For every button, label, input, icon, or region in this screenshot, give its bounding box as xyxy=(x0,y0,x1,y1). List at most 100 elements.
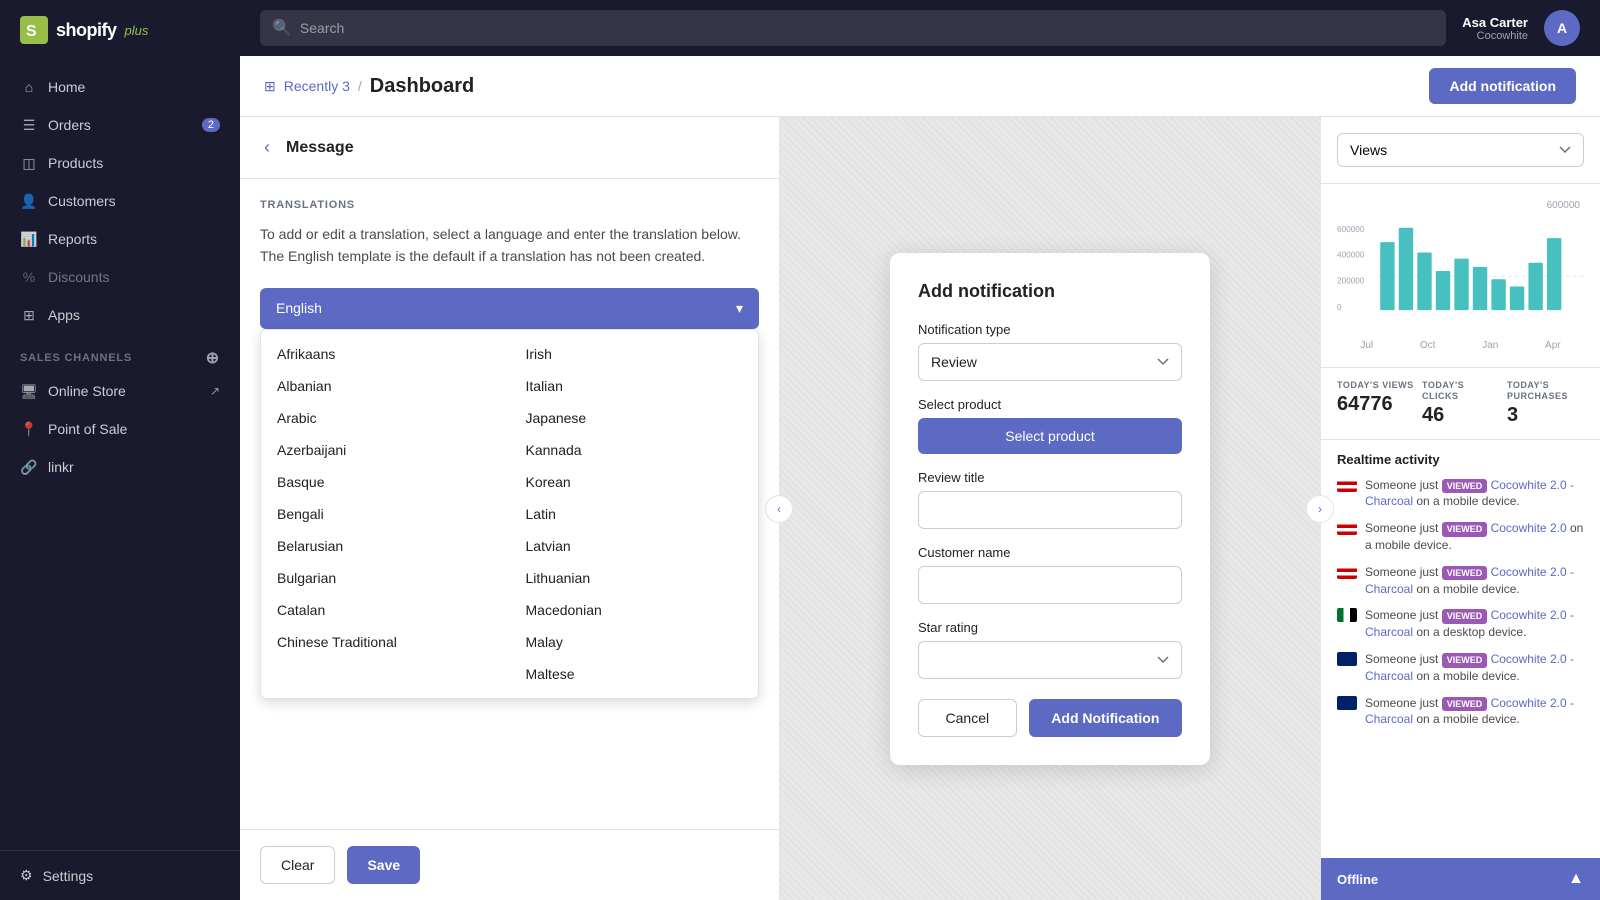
main-content: ⊞ Recently 3 / Dashboard Add notificatio… xyxy=(240,56,1600,900)
list-item[interactable]: Chinese Traditional xyxy=(261,626,510,658)
translations-description: To add or edit a translation, select a l… xyxy=(260,223,759,268)
list-item[interactable]: Bengali xyxy=(261,498,510,530)
customer-name-group: Customer name xyxy=(918,545,1182,604)
sidebar-item-settings[interactable]: ⚙ Settings xyxy=(20,867,220,884)
sidebar-item-label: Apps xyxy=(48,307,80,323)
notification-type-group: Notification type Review Purchase Signup xyxy=(918,322,1182,381)
svg-text:600000: 600000 xyxy=(1337,225,1365,234)
sidebar-item-pos[interactable]: 📍 Point of Sale xyxy=(0,410,240,448)
select-product-label: Select product xyxy=(918,397,1182,412)
shopify-logo-icon: S xyxy=(20,16,48,44)
list-item[interactable]: Latvian xyxy=(510,530,759,562)
list-item[interactable]: Irish xyxy=(510,338,759,370)
flag-us-icon xyxy=(1337,565,1357,579)
list-item[interactable]: Italian xyxy=(510,370,759,402)
chart-svg: 600000 400000 200000 0 xyxy=(1337,211,1584,331)
notification-type-label: Notification type xyxy=(918,322,1182,337)
breadcrumb-icon: ⊞ xyxy=(264,78,276,95)
avatar[interactable]: A xyxy=(1544,10,1580,46)
sidebar-item-linkr[interactable]: 🔗 linkr xyxy=(0,448,240,486)
breadcrumb-main[interactable]: Recently 3 xyxy=(284,78,350,94)
sidebar-item-label: Orders xyxy=(48,117,91,133)
list-item[interactable]: Malay xyxy=(510,626,759,658)
offline-toggle-button[interactable]: ▲ xyxy=(1568,870,1584,888)
realtime-text: Someone just VIEWED Cocowhite 2.0 - Char… xyxy=(1365,564,1584,598)
list-item[interactable]: Macedonian xyxy=(510,594,759,626)
expand-right-panel-button[interactable]: › xyxy=(1306,495,1334,523)
list-item[interactable]: Belarusian xyxy=(261,530,510,562)
list-item[interactable] xyxy=(261,658,510,690)
list-item[interactable]: Kannada xyxy=(510,434,759,466)
logo-plus-text: plus xyxy=(125,23,149,38)
add-sales-channel-icon[interactable]: ⊕ xyxy=(206,348,220,368)
flag-ae-icon xyxy=(1337,608,1357,622)
realtime-text: Someone just VIEWED Cocowhite 2.0 - Char… xyxy=(1365,695,1584,729)
realtime-item: Someone just VIEWED Cocowhite 2.0 - Char… xyxy=(1337,695,1584,729)
customer-name-input[interactable] xyxy=(918,566,1182,604)
page-header: ⊞ Recently 3 / Dashboard Add notificatio… xyxy=(240,56,1600,117)
link-icon: 🔗 xyxy=(20,458,38,476)
translations-heading: Translations xyxy=(260,199,759,211)
list-item[interactable]: Korean xyxy=(510,466,759,498)
list-item[interactable]: Afrikaans xyxy=(261,338,510,370)
main-nav: ⌂ Home ☰ Orders 2 ◫ Products 👤 Customers… xyxy=(0,60,240,850)
clear-button[interactable]: Clear xyxy=(260,846,335,884)
svg-text:200000: 200000 xyxy=(1337,276,1365,285)
notification-type-select[interactable]: Review Purchase Signup xyxy=(918,343,1182,381)
list-item[interactable]: Bulgarian xyxy=(261,562,510,594)
select-product-button[interactable]: Select product xyxy=(918,418,1182,454)
list-item[interactable]: Japanese xyxy=(510,402,759,434)
stat-clicks: TODAY'S CLICKS 46 xyxy=(1422,380,1499,427)
cancel-button[interactable]: Cancel xyxy=(918,699,1017,737)
list-item[interactable]: Basque xyxy=(261,466,510,498)
realtime-text: Someone just VIEWED Cocowhite 2.0 - Char… xyxy=(1365,477,1584,511)
user-name: Asa Carter xyxy=(1462,15,1528,30)
list-item[interactable]: Azerbaijani xyxy=(261,434,510,466)
list-item[interactable]: Albanian xyxy=(261,370,510,402)
flag-us-icon xyxy=(1337,478,1357,492)
sidebar-bottom: ⚙ Settings xyxy=(0,850,240,900)
list-item[interactable]: Latin xyxy=(510,498,759,530)
review-title-label: Review title xyxy=(918,470,1182,485)
product-link[interactable]: Cocowhite 2.0 xyxy=(1491,521,1567,535)
views-select[interactable]: Views Clicks Purchases xyxy=(1337,133,1584,167)
list-item[interactable]: Maltese xyxy=(510,658,759,690)
home-icon: ⌂ xyxy=(20,78,38,96)
sidebar-item-customers[interactable]: 👤 Customers xyxy=(0,182,240,220)
modal-footer: Cancel Add Notification xyxy=(918,699,1182,737)
offline-label: Offline xyxy=(1337,872,1378,887)
star-rating-select[interactable]: 1 2 3 4 5 xyxy=(918,641,1182,679)
apps-icon: ⊞ xyxy=(20,306,38,324)
list-item[interactable]: Catalan xyxy=(261,594,510,626)
language-select-button[interactable]: English ▾ xyxy=(260,288,759,329)
middle-area: Add notification Notification type Revie… xyxy=(780,117,1320,900)
sidebar-item-home[interactable]: ⌂ Home xyxy=(0,68,240,106)
search-input[interactable] xyxy=(300,20,1434,36)
viewed-badge: VIEWED xyxy=(1442,566,1488,581)
collapse-panel-button[interactable]: ‹ xyxy=(765,495,793,523)
right-panel: Views Clicks Purchases 600000 600000 400… xyxy=(1320,117,1600,900)
customers-icon: 👤 xyxy=(20,192,38,210)
language-select: English ▾ Afrikaans Irish Albanian Itali… xyxy=(260,288,759,329)
list-item[interactable]: Lithuanian xyxy=(510,562,759,594)
sidebar-item-label: Online Store xyxy=(48,383,126,399)
search-box[interactable]: 🔍 xyxy=(260,10,1446,46)
sidebar-item-discounts[interactable]: % Discounts xyxy=(0,258,240,296)
realtime-text: Someone just VIEWED Cocowhite 2.0 - Char… xyxy=(1365,607,1584,641)
sidebar-item-products[interactable]: ◫ Products xyxy=(0,144,240,182)
list-item[interactable]: Arabic xyxy=(261,402,510,434)
chevron-down-icon: ▾ xyxy=(736,300,743,317)
sidebar-item-orders[interactable]: ☰ Orders 2 xyxy=(0,106,240,144)
save-button[interactable]: Save xyxy=(347,846,420,884)
sidebar-item-label: Products xyxy=(48,155,103,171)
modal-title: Add notification xyxy=(918,281,1182,302)
sidebar-item-reports[interactable]: 📊 Reports xyxy=(0,220,240,258)
add-notification-button[interactable]: Add notification xyxy=(1429,68,1576,104)
back-button[interactable]: ‹ xyxy=(260,133,274,162)
sidebar-item-online-store[interactable]: 🖥 Online Store ↗ xyxy=(0,372,240,410)
user-subtitle: Cocowhite xyxy=(1462,30,1528,42)
add-notification-modal-button[interactable]: Add Notification xyxy=(1029,699,1182,737)
breadcrumb-separator: / xyxy=(358,78,362,94)
sidebar-item-apps[interactable]: ⊞ Apps xyxy=(0,296,240,334)
review-title-input[interactable] xyxy=(918,491,1182,529)
